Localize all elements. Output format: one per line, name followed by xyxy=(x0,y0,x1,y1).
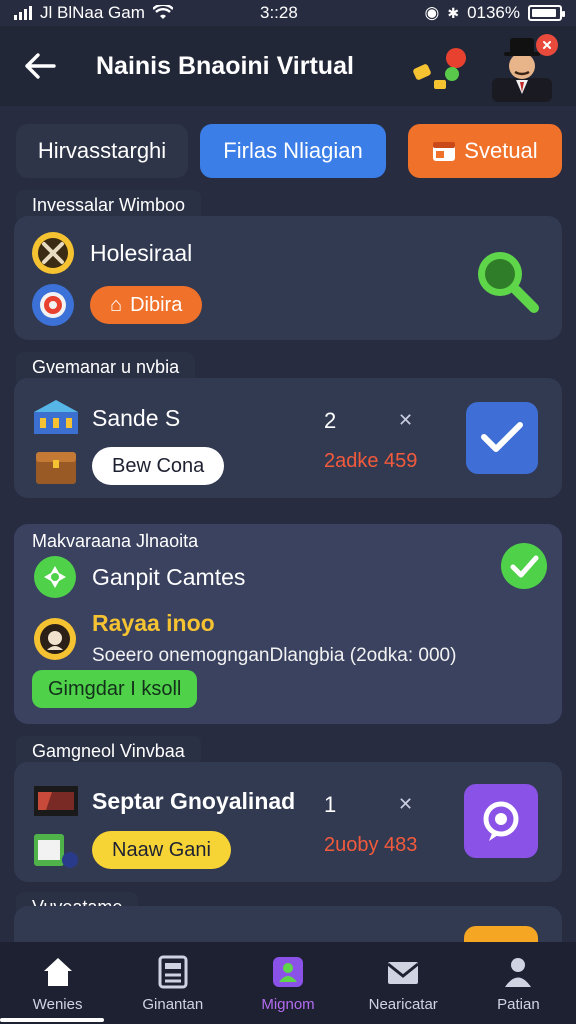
cinema-icon xyxy=(34,786,78,816)
nav-label: Patian xyxy=(497,995,540,1013)
card-title: Ganpit Camtes xyxy=(92,563,246,590)
tag-pill[interactable]: Naaw Gani xyxy=(92,831,231,869)
crossed-swords-icon xyxy=(32,232,74,274)
section-card-2[interactable]: Sande S Bew Cona 2 ✕ 2adke 459 xyxy=(14,378,562,498)
price-label: 2uoby 483 xyxy=(324,834,418,856)
nav-label: Ginantan xyxy=(142,995,204,1013)
notification-badge xyxy=(536,34,558,56)
close-icon xyxy=(543,41,551,49)
status-bar: Jl BlNaa Gam 3::28 ◉ ✱ 0136% xyxy=(0,0,576,26)
nav-item-profile[interactable]: Patian xyxy=(461,942,576,1024)
confirm-button[interactable] xyxy=(466,402,538,474)
gamepad-icon xyxy=(34,556,76,598)
tab-firlas-nliagian[interactable]: Firlas Nliagian xyxy=(200,124,386,178)
item-count: 1 xyxy=(324,792,337,817)
nav-item-messages[interactable]: Nearicatar xyxy=(346,942,461,1024)
close-icon[interactable]: ✕ xyxy=(398,410,413,431)
bottom-nav: Wenies Ginantan Mignom Nearicatar Patian xyxy=(0,942,576,1024)
card-title: Sande S xyxy=(92,404,181,431)
home-indicator xyxy=(0,1018,104,1022)
price-label: 2adke 459 xyxy=(324,450,418,472)
section-card-4[interactable]: Septar Gnoyalinad Naaw Gani 1 ✕ 2uoby 48… xyxy=(14,762,562,882)
tab-label: Firlas Nliagian xyxy=(223,138,363,163)
pill-label: Naaw Gani xyxy=(112,838,211,861)
card-subtitle: Rayaa inoo xyxy=(92,610,215,636)
app-header: Nainis Bnaoini Virtual xyxy=(0,26,576,106)
section-card-3[interactable]: Makvaraana Jlnaoita Ganpit Camtes Rayaa … xyxy=(14,524,562,724)
check-circle-icon xyxy=(501,543,547,589)
check-icon xyxy=(481,422,523,452)
bluetooth-icon: ✱ xyxy=(447,4,460,21)
status-left: Jl BlNaa Gam xyxy=(14,3,173,23)
back-button[interactable] xyxy=(12,38,68,94)
chat-button[interactable] xyxy=(464,784,538,858)
target-icon xyxy=(32,284,74,326)
status-time: 3::28 xyxy=(260,3,298,22)
carrier-label: Jl BlNaa Gam xyxy=(40,3,145,22)
nav-item-game[interactable]: Mignom xyxy=(230,942,345,1024)
pill-label: Gimgdar I ksoll xyxy=(48,677,182,700)
status-right: ◉ ✱ 0136% xyxy=(424,3,565,23)
tag-pill[interactable]: ⌂ Dibira xyxy=(90,286,203,324)
action-button[interactable]: Gimgdar I ksoll xyxy=(32,670,198,708)
card-title: Septar Gnoyalinad xyxy=(92,787,296,814)
battery-percent: 0136% xyxy=(467,3,520,22)
pill-label: Bew Cona xyxy=(112,454,205,477)
item-count: 2 xyxy=(324,408,337,433)
nav-label: Wenies xyxy=(32,995,83,1013)
game-icon xyxy=(273,956,303,987)
building-icon xyxy=(34,400,78,434)
location-icon: ◉ xyxy=(424,3,440,22)
person-icon xyxy=(505,957,532,987)
close-icon[interactable]: ✕ xyxy=(398,794,413,815)
card-title: Holesiraal xyxy=(90,239,193,266)
nav-item-calculator[interactable]: Ginantan xyxy=(115,942,230,1024)
tag-pill[interactable]: Bew Cona xyxy=(92,447,225,485)
envelope-icon xyxy=(387,961,420,984)
section-card-1[interactable]: Holesiraal ⌂ Dibira xyxy=(14,216,562,340)
nav-item-home[interactable]: Wenies xyxy=(0,942,115,1024)
tab-label: Hirvasstarghi xyxy=(37,138,167,163)
chat-bubble-icon xyxy=(483,801,519,841)
nav-label: Nearicatar xyxy=(368,995,438,1013)
ticket-icon xyxy=(34,834,78,868)
tab-bar: Hirvasstarghi Firlas Nliagian Svetual xyxy=(0,124,576,180)
tab-svetual[interactable]: Svetual xyxy=(408,124,562,178)
tab-label: Svetual xyxy=(464,138,538,163)
section-label: Makvaraana Jlnaoita xyxy=(32,530,199,551)
tab-hirvasstarghi[interactable]: Hirvasstarghi xyxy=(16,124,188,178)
nav-label: Mignom xyxy=(261,995,315,1013)
wifi-icon xyxy=(152,5,173,19)
page-title: Nainis Bnaoini Virtual xyxy=(96,51,354,80)
card-detail: Soeero onemognganDlangbia (2odka: 000) xyxy=(92,645,457,666)
arrow-left-icon xyxy=(25,53,56,79)
battery-icon xyxy=(528,5,565,21)
calculator-icon xyxy=(158,955,188,988)
character-icon xyxy=(34,617,76,660)
decoration-icon xyxy=(413,48,466,89)
treasure-chest-icon xyxy=(36,452,76,484)
house-icon: ⌂ xyxy=(110,293,123,316)
magnifier-icon[interactable] xyxy=(472,246,542,316)
home-icon xyxy=(43,957,72,986)
signal-icon xyxy=(14,6,32,20)
pill-label: Dibira xyxy=(130,293,183,316)
calendar-icon xyxy=(433,142,456,161)
